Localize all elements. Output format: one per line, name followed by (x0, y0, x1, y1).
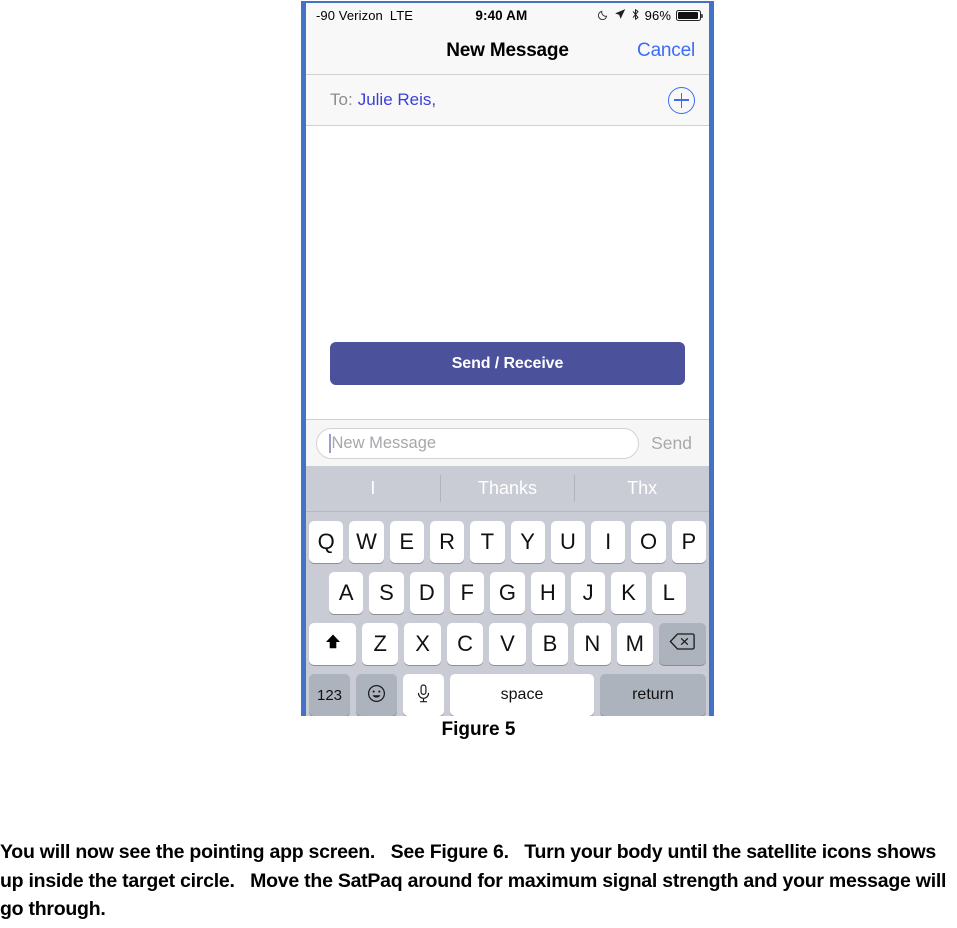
location-arrow-icon (614, 8, 626, 22)
key-d[interactable]: D (409, 572, 444, 614)
return-key[interactable]: return (600, 674, 706, 716)
keyboard-row-4: 123 space return (306, 674, 709, 716)
smiley-face-icon (367, 684, 386, 707)
text-caret (329, 433, 331, 453)
key-m[interactable]: M (616, 623, 653, 665)
key-v[interactable]: V (489, 623, 526, 665)
navigation-bar: New Message Cancel (306, 27, 709, 75)
send-button[interactable]: Send (639, 433, 701, 454)
moon-icon (597, 9, 609, 22)
key-u[interactable]: U (550, 521, 586, 563)
key-i[interactable]: I (591, 521, 626, 563)
key-p[interactable]: P (671, 521, 706, 563)
key-f[interactable]: F (450, 572, 485, 614)
recipient-row[interactable]: To: Julie Reis, (306, 75, 709, 126)
key-s[interactable]: S (369, 572, 404, 614)
dictation-key[interactable] (403, 674, 444, 716)
key-k[interactable]: K (611, 572, 646, 614)
message-input[interactable]: New Message (316, 427, 640, 459)
prediction-item-0[interactable]: I (306, 466, 440, 511)
key-l[interactable]: L (651, 572, 686, 614)
battery-percent-text: 96% (644, 7, 671, 23)
shift-key[interactable] (309, 623, 357, 665)
key-o[interactable]: O (631, 521, 666, 563)
cancel-button[interactable]: Cancel (637, 40, 695, 62)
send-receive-button[interactable]: Send / Receive (330, 342, 685, 385)
figure-caption: Figure 5 (441, 719, 516, 740)
keyboard-row-1: Q W E R T Y U I O P (306, 521, 709, 563)
phone-screenshot-frame: -90 Verizon LTE 9:40 AM 96% New Message … (301, 1, 714, 716)
compose-bar: New Message Send (306, 419, 709, 466)
key-t[interactable]: T (470, 521, 505, 563)
microphone-icon (416, 683, 431, 707)
to-label: To: (330, 90, 353, 109)
status-bar-right: 96% (597, 7, 703, 23)
space-key[interactable]: space (450, 674, 594, 716)
predictive-text-bar: I Thanks Thx (306, 466, 709, 512)
signal-strength-text: -90 Verizon (316, 7, 383, 23)
battery-icon (676, 9, 703, 21)
key-c[interactable]: C (446, 623, 484, 665)
key-z[interactable]: Z (362, 623, 399, 665)
key-y[interactable]: Y (510, 521, 545, 563)
key-g[interactable]: G (490, 572, 525, 614)
status-bar-left: -90 Verizon LTE (316, 8, 413, 23)
key-r[interactable]: R (429, 521, 465, 563)
emoji-key[interactable] (356, 674, 397, 716)
network-type-text: LTE (389, 7, 414, 23)
numeric-key[interactable]: 123 (309, 674, 350, 716)
bluetooth-icon (631, 8, 640, 23)
instruction-paragraph: You will now see the pointing app screen… (0, 841, 952, 921)
onscreen-keyboard: I Thanks Thx Q W E R T Y U I O P A S D F… (306, 466, 709, 716)
status-bar-clock: 9:40 AM (475, 7, 528, 23)
delete-key[interactable] (658, 623, 706, 665)
keyboard-row-3: Z X C V B N M (306, 623, 709, 665)
key-q[interactable]: Q (309, 521, 344, 563)
backspace-icon (669, 631, 696, 657)
prediction-item-2[interactable]: Thx (575, 466, 709, 511)
prediction-item-1[interactable]: Thanks (441, 466, 575, 511)
key-b[interactable]: B (531, 623, 569, 665)
key-e[interactable]: E (389, 521, 424, 563)
key-w[interactable]: W (349, 521, 384, 563)
key-n[interactable]: N (574, 623, 611, 665)
key-h[interactable]: H (530, 572, 565, 614)
recipient-list[interactable]: Julie Reis, (358, 90, 668, 110)
status-bar: -90 Verizon LTE 9:40 AM 96% (306, 3, 709, 27)
key-j[interactable]: J (570, 572, 606, 614)
key-x[interactable]: X (404, 623, 441, 665)
message-body-area: Send / Receive (306, 126, 709, 419)
keyboard-row-2: A S D F G H J K L (306, 572, 709, 614)
message-input-placeholder: New Message (331, 433, 437, 452)
shift-arrow-icon (323, 632, 343, 656)
key-a[interactable]: A (329, 572, 364, 614)
plus-circle-icon[interactable] (668, 86, 695, 114)
